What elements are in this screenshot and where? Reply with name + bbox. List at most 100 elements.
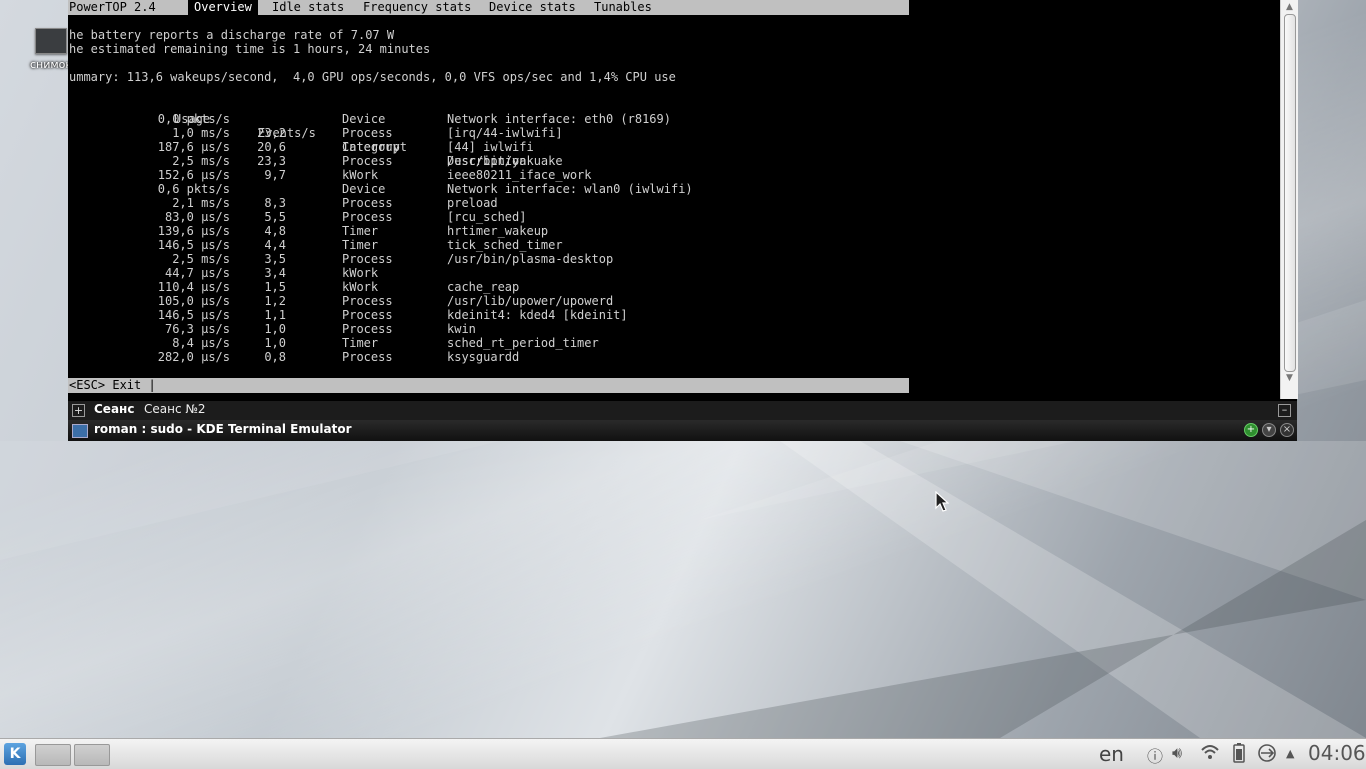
cell-category: Process (342, 308, 393, 322)
cell-category: Device (342, 182, 386, 196)
cell-category: Process (342, 252, 393, 266)
table-row: 152,6 µs/s 9,7 kWork ieee80211_iface_work (68, 168, 909, 182)
cell-description: hrtimer_wakeup (447, 224, 549, 238)
yakuake-terminal-window[interactable]: PowerTOP 2.4 Overview Idle stats Frequen… (68, 0, 1298, 441)
cell-events: 20,6 (257, 140, 286, 154)
cell-description: ieee80211_iface_work (447, 168, 592, 182)
table-row: 2,1 ms/s 8,3 Process preload (68, 196, 909, 210)
cell-category: Timer (342, 224, 379, 238)
powertop-title: PowerTOP 2.4 (69, 0, 156, 14)
yakuake-title-bar: roman : sudo - KDE Terminal Emulator + ▾… (68, 420, 1297, 441)
cell-description: Network interface: wlan0 (iwlwifi) (447, 182, 693, 196)
cell-description: preload (447, 196, 498, 210)
table-row: 105,0 µs/s 1,2 Process/usr/lib/upower/upow… (68, 294, 909, 308)
cell-category: Timer (342, 238, 379, 252)
cell-category: Device (342, 112, 386, 126)
table-row: 1,0 ms/s 23,2 Process [irq/44-iwlwifi] (68, 126, 909, 140)
table-row: 8,4 µs/s 1,0 Timer sched_rt_period_timer (68, 336, 909, 350)
cell-category: kWork (342, 266, 379, 280)
scrollbar-thumb[interactable] (1284, 14, 1296, 372)
cell-description: sched_rt_period_timer (447, 336, 599, 350)
cell-category: kWork (342, 168, 379, 182)
tab-idle-stats[interactable]: Idle stats (272, 0, 344, 15)
table-row: 146,5 µs/s 4,4 Timer tick_sched_timer (68, 238, 909, 252)
table-row: 0,0 pkts/s Device Network interface: eth0 … (68, 112, 909, 126)
cell-description: cache_reap (447, 280, 520, 294)
terminal-scrollbar[interactable]: ▲ ▼ (1280, 0, 1298, 399)
cell-usage: 0,0 pkts/s (157, 112, 230, 126)
taskbar-panel: K en ⓘ 🔊︎ ▲ 04:06 (0, 738, 1366, 769)
cell-events: 1,0 (264, 336, 286, 350)
kde-menu-icon[interactable]: K (4, 743, 26, 765)
cell-events: 0,8 (264, 350, 286, 364)
cell-description: kwin (447, 322, 476, 336)
menu-down-icon[interactable]: ▾ (1262, 423, 1276, 437)
mouse-cursor-icon (935, 491, 949, 512)
powertop-tab-bar: PowerTOP 2.4 Overview Idle stats Frequen… (68, 0, 909, 15)
close-icon[interactable]: × (1280, 423, 1294, 437)
cell-description: kdeinit4: kded4 [kdeinit] (447, 308, 628, 322)
cell-description: tick_sched_timer (447, 238, 563, 252)
pager-desktop-2[interactable] (74, 744, 110, 766)
cell-usage: 0,6 pkts/s (157, 182, 230, 196)
close-session-icon[interactable]: – (1278, 404, 1291, 417)
powertop-bottom-bar: <ESC> Exit | (68, 378, 909, 393)
scroll-down-arrow-icon[interactable]: ▼ (1284, 373, 1295, 383)
clock[interactable]: 04:06 (1308, 741, 1366, 765)
remaining-time-line: he estimated remaining time is 1 hours, … (69, 42, 431, 56)
cell-category: Process (342, 294, 393, 308)
session-tab-bar: + Сеанс Сеанс №2 – (68, 401, 1297, 420)
cell-description: /usr/lib/upower/upowerd (447, 294, 614, 308)
tab-overview[interactable]: Overview (188, 0, 258, 15)
tab-tunables[interactable]: Tunables (594, 0, 652, 15)
exit-hint: <ESC> Exit | (69, 378, 156, 392)
cell-events: 1,2 (264, 294, 286, 308)
cell-events: 5,5 (264, 210, 286, 224)
table-row: 2,5 ms/s 23,3 Process/usr/bin/yakuake (68, 154, 909, 168)
cell-category: Interrupt (342, 140, 408, 154)
cell-events: 4,4 (264, 238, 286, 252)
scroll-up-arrow-icon[interactable]: ▲ (1284, 2, 1295, 12)
terminal-area[interactable]: PowerTOP 2.4 Overview Idle stats Frequen… (68, 0, 1280, 399)
cell-category: kWork (342, 280, 379, 294)
pager-desktop-1[interactable] (35, 744, 71, 766)
network-icon[interactable] (1256, 743, 1278, 767)
cell-category: Process (342, 322, 393, 336)
table-row: 110,4 µs/s 1,5 kWork cache_reap (68, 280, 909, 294)
battery-rate-line: he battery reports a discharge rate of 7… (69, 28, 395, 42)
session-tab-1[interactable]: Сеанс (94, 402, 134, 416)
keyboard-layout-indicator[interactable]: en (1099, 742, 1124, 766)
cell-events: 1,5 (264, 280, 286, 294)
table-row: 76,3 µs/s 1,0 Process kwin (68, 322, 909, 336)
cell-events: 9,7 (264, 168, 286, 182)
window-title: roman : sudo - KDE Terminal Emulator (94, 422, 352, 436)
cell-events: 3,4 (264, 266, 286, 280)
wifi-icon[interactable] (1200, 743, 1220, 765)
new-session-icon[interactable]: + (72, 404, 85, 417)
tray-expand-icon[interactable]: ▲ (1286, 747, 1294, 760)
volume-icon[interactable]: 🔊︎ (1172, 743, 1182, 763)
cell-category: Timer (342, 336, 379, 350)
cell-events: 8,3 (264, 196, 286, 210)
info-icon[interactable]: ⓘ (1147, 743, 1163, 767)
table-row: 83,0 µs/s 5,5 Process [rcu_sched] (68, 210, 909, 224)
tab-frequency-stats[interactable]: Frequency stats (363, 0, 471, 15)
cell-events: 23,2 (257, 126, 286, 140)
cell-events: 3,5 (264, 252, 286, 266)
table-row: 282,0 µs/s 0,8 Process ksysguardd (68, 350, 909, 364)
cell-events: 4,8 (264, 224, 286, 238)
screenshot-thumbnail-icon (35, 28, 67, 54)
cell-category: Process (342, 196, 393, 210)
add-icon[interactable]: + (1244, 423, 1258, 437)
terminal-app-icon (72, 424, 88, 438)
cell-category: Process (342, 154, 393, 168)
cell-events: 23,3 (257, 154, 286, 168)
session-tab-2[interactable]: Сеанс №2 (144, 402, 206, 416)
cell-description: [irq/44-iwlwifi] (447, 126, 563, 140)
table-row: 146,5 µs/s 1,1 Process kdeinit4: kded4 [kde… (68, 308, 909, 322)
tab-device-stats[interactable]: Device stats (489, 0, 576, 15)
battery-icon[interactable] (1233, 743, 1245, 767)
cell-events: 1,0 (264, 322, 286, 336)
cell-category: Process (342, 126, 393, 140)
table-row: 44,7 µs/s 3,4 kWork (68, 266, 909, 280)
